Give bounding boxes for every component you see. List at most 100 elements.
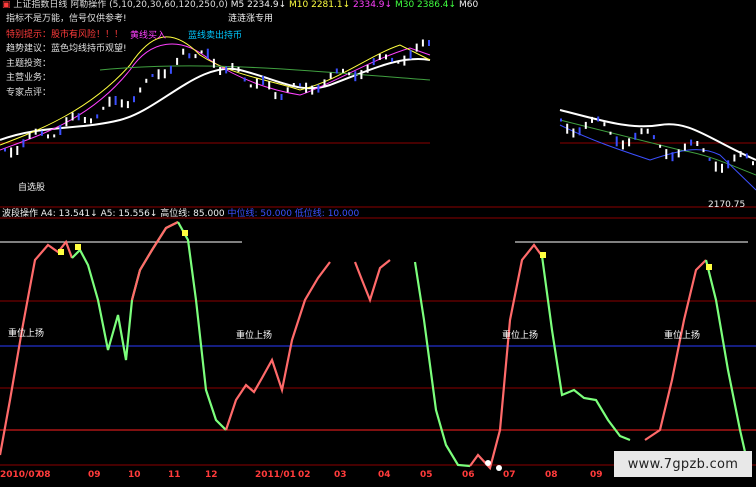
candle — [560, 118, 562, 122]
candle — [671, 152, 674, 162]
osc-rise — [130, 221, 179, 301]
ma-line — [559, 119, 756, 176]
candle — [22, 139, 25, 148]
osc-name[interactable]: 波段操作 — [2, 209, 38, 219]
x-axis-label: 11 — [168, 470, 181, 480]
candle — [176, 57, 179, 65]
candle — [305, 82, 308, 93]
candle — [133, 96, 135, 103]
chart-title: 上证指数日线 — [13, 0, 68, 10]
candle — [120, 99, 123, 108]
candle — [690, 139, 693, 146]
candle — [28, 132, 31, 139]
candle — [268, 81, 271, 90]
osc-fall — [177, 221, 227, 431]
chart-canvas — [0, 36, 756, 471]
candle — [243, 77, 246, 82]
signal-label: 重位上扬 — [502, 331, 539, 341]
signal-marker — [75, 244, 81, 250]
candle — [739, 151, 742, 158]
ma-line-long — [559, 109, 756, 161]
info-line-2: 特别提示：股市有风险！！！ — [6, 30, 124, 40]
tag-right: 涟涟涨专用 — [228, 14, 274, 24]
candle — [157, 69, 160, 80]
osc-fall — [704, 259, 750, 466]
candle — [77, 113, 80, 121]
lower-pane — [0, 221, 756, 471]
ma-line — [559, 124, 756, 191]
candle — [628, 138, 631, 147]
window-header: ▣ 上证指数日线 阿勒操作 (5,10,20,30,60,120,250,0) … — [2, 0, 478, 11]
watermark: www.7gpzb.com — [614, 451, 752, 477]
candle — [237, 66, 240, 72]
candle — [708, 157, 711, 161]
candle — [40, 130, 43, 136]
candle — [677, 149, 680, 158]
candle — [96, 114, 99, 119]
candle — [403, 55, 406, 66]
candle — [572, 128, 575, 138]
candle — [578, 127, 581, 136]
candle — [231, 63, 234, 69]
candle — [323, 79, 326, 87]
candle — [90, 118, 92, 124]
x-axis-label: 08 — [545, 470, 558, 480]
stock-selector-button[interactable]: 自选股 — [18, 183, 45, 194]
candle — [317, 84, 320, 93]
candle — [206, 48, 209, 59]
info-line-4: 主题投资： — [6, 59, 52, 69]
candle — [249, 84, 252, 88]
candle — [169, 65, 172, 74]
candle — [182, 48, 185, 55]
ma60-label: M60 — [458, 0, 479, 10]
candle — [354, 71, 357, 82]
x-axis-label: 12 — [205, 470, 218, 480]
x-axis-label: 07 — [503, 470, 516, 480]
signal-marker — [706, 264, 712, 270]
x-axis-label: 06 — [462, 470, 475, 480]
candle — [329, 72, 332, 79]
upper-pane — [0, 36, 756, 219]
candle — [34, 128, 37, 135]
signal-label: 重位上扬 — [8, 329, 45, 339]
candle — [372, 58, 375, 66]
candle — [348, 72, 351, 76]
x-axis-label: 04 — [378, 470, 391, 480]
candle — [591, 116, 593, 123]
candle — [188, 53, 191, 59]
x-axis-label: 08 — [38, 470, 51, 480]
candle — [4, 148, 6, 152]
osc-rise — [644, 259, 707, 441]
candle — [47, 134, 49, 139]
candle — [665, 149, 668, 160]
signal-marker — [58, 249, 64, 255]
ma-params: (5,10,20,30,60,120,250,0) — [109, 0, 228, 10]
candle — [659, 144, 662, 148]
candle — [16, 146, 19, 155]
candle — [102, 106, 105, 110]
indicator-name[interactable]: 阿勒操作 — [70, 0, 106, 10]
candle — [391, 57, 394, 62]
candle — [634, 132, 637, 140]
candle — [714, 161, 717, 172]
osc-rise — [0, 239, 74, 456]
candle — [219, 67, 222, 75]
candle — [262, 75, 265, 85]
candle — [194, 54, 197, 59]
candle — [311, 85, 314, 95]
last-price-label: 2170.75 — [708, 200, 746, 210]
candle — [108, 96, 111, 107]
ma20-value: 2334.9↓ — [353, 0, 393, 10]
x-axis-label: 2011/01 — [255, 470, 296, 480]
candle — [342, 68, 344, 73]
signal-label: 重位上扬 — [664, 331, 701, 341]
candle — [292, 83, 295, 87]
candle — [721, 163, 723, 173]
candle — [584, 121, 587, 129]
candle — [200, 50, 203, 54]
x-axis-label: 05 — [420, 470, 433, 480]
x-axis-label: 09 — [88, 470, 101, 480]
candle — [733, 154, 736, 162]
ma10-label: M10 — [289, 0, 309, 10]
info-line-3: 趋势建议：蓝色均线持币观望! — [6, 44, 127, 54]
